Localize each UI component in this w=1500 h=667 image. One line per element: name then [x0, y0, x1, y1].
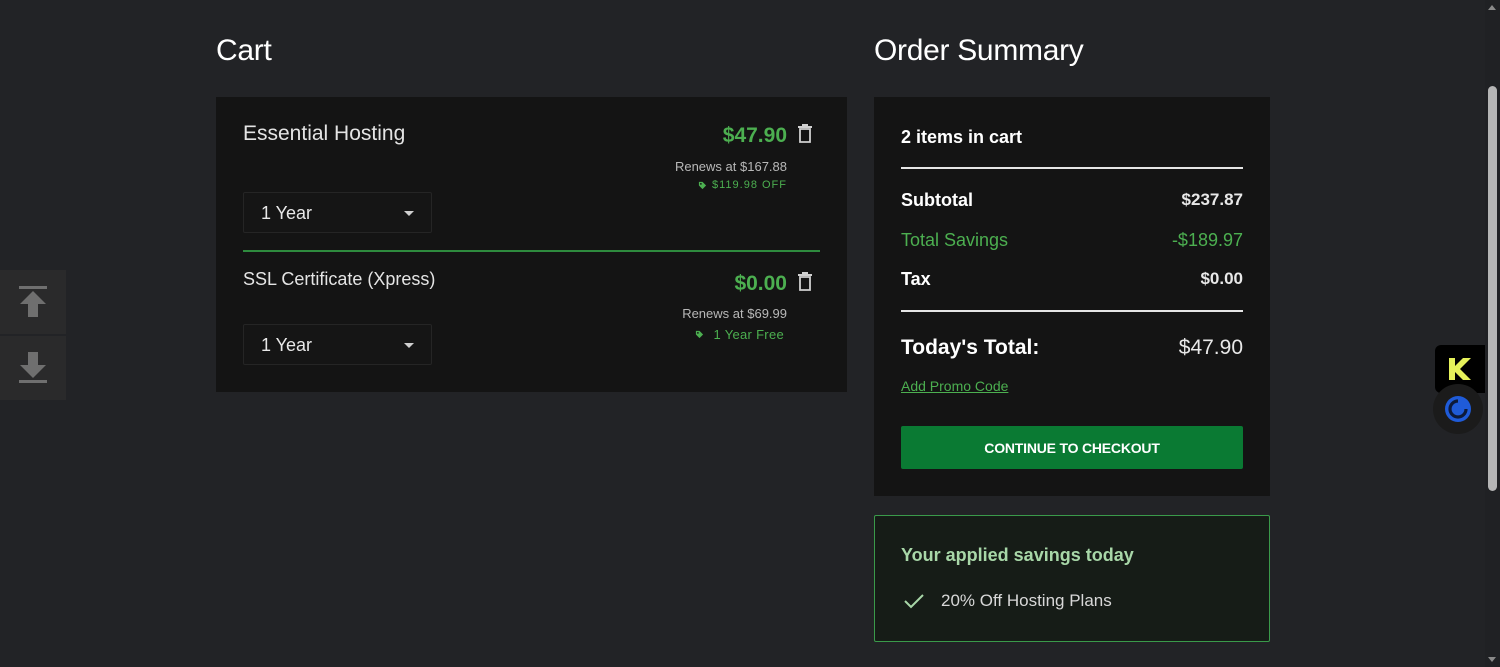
cart-item-name: Essential Hosting: [243, 122, 406, 145]
item-divider: [243, 250, 820, 252]
items-count: 2 items in cart: [901, 127, 1023, 147]
cart-item-name: SSL Certificate (Xpress): [243, 269, 436, 289]
term-select[interactable]: 1 Year: [243, 192, 432, 233]
page-scrollbar[interactable]: [1485, 0, 1500, 667]
trash-icon[interactable]: [797, 124, 813, 144]
trash-icon[interactable]: [797, 272, 813, 292]
subtotal-value: $237.87: [1181, 190, 1243, 209]
scrollbar-up-arrow[interactable]: [1488, 5, 1496, 10]
check-icon: [904, 594, 924, 609]
tag-icon: [698, 181, 707, 189]
summary-divider: [901, 167, 1243, 169]
renewal-label: Renews at: [682, 306, 744, 321]
tax-value: $0.00: [1200, 269, 1243, 288]
scrollbar-down-arrow[interactable]: [1488, 657, 1496, 662]
page-scroll-widget: [0, 270, 66, 400]
cart-heading: Cart: [216, 34, 272, 67]
savings-label: Total Savings: [901, 230, 1009, 250]
arrow-up-icon: [19, 286, 47, 317]
discount-text: 1 Year Free: [713, 327, 784, 342]
tag-icon: [696, 330, 704, 339]
chevron-down-icon: [404, 343, 414, 348]
term-select[interactable]: 1 Year: [243, 324, 432, 365]
discount-badge: 1 Year Free: [695, 327, 784, 342]
extension-spinner-button[interactable]: [1433, 384, 1483, 434]
add-promo-code-link[interactable]: Add Promo Code: [901, 378, 1008, 394]
applied-savings-item: 20% Off Hosting Plans: [903, 591, 1112, 611]
order-summary-heading: Order Summary: [874, 34, 1084, 67]
applied-savings-title: Your applied savings today: [901, 545, 1134, 565]
order-summary-panel: 2 items in cart Subtotal $237.87 Total S…: [874, 97, 1270, 496]
subtotal-label: Subtotal: [901, 190, 973, 210]
scroll-to-top-button[interactable]: [0, 270, 66, 334]
renewal-label: Renews at: [674, 159, 737, 174]
renewal-price: $167.88: [740, 159, 787, 174]
cart-item-essential-hosting: Essential Hosting $47.90 Renews at $167.…: [243, 122, 820, 242]
cart-item-ssl-certificate: SSL Certificate (Xpress) $0.00 Renews at…: [243, 269, 820, 389]
chevron-down-icon: [404, 211, 414, 216]
applied-savings-box: Your applied savings today 20% Off Hosti…: [874, 515, 1270, 642]
renewal-text: Renews at $167.88: [675, 159, 787, 174]
spinner-icon: [1445, 396, 1471, 422]
continue-to-checkout-button[interactable]: CONTINUE TO CHECKOUT: [901, 426, 1243, 469]
renewal-text: Renews at $69.99: [682, 306, 787, 321]
summary-divider: [901, 310, 1243, 312]
discount-badge: $119.98 OFF: [698, 179, 787, 191]
discount-text: $119.98 OFF: [712, 179, 787, 191]
applied-savings-text: 20% Off Hosting Plans: [941, 591, 1112, 610]
term-select-value: 1 Year: [261, 203, 313, 223]
scrollbar-thumb[interactable]: [1488, 86, 1497, 491]
tax-label: Tax: [901, 269, 931, 289]
cart-item-price: $47.90: [722, 124, 787, 147]
savings-value: -$189.97: [1171, 230, 1243, 250]
total-label: Today's Total:: [901, 336, 1040, 359]
term-select-value: 1 Year: [261, 335, 313, 355]
k-logo-icon: [1449, 358, 1471, 380]
arrow-down-icon: [19, 352, 47, 383]
renewal-price: $69.99: [747, 306, 787, 321]
scroll-to-bottom-button[interactable]: [0, 336, 66, 400]
cart-panel: Essential Hosting $47.90 Renews at $167.…: [216, 97, 847, 392]
total-value: $47.90: [1178, 336, 1243, 359]
cart-item-price: $0.00: [734, 272, 787, 295]
